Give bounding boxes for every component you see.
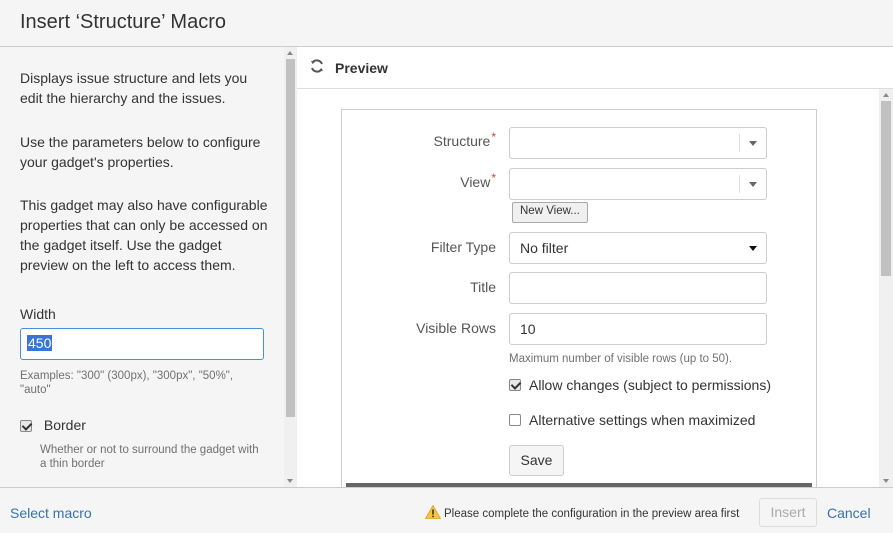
dialog-footer: Select macro Please complete the configu…: [0, 487, 893, 533]
scroll-up-icon[interactable]: [882, 93, 889, 97]
structure-label: Structure*: [433, 130, 496, 149]
visible-rows-label: Visible Rows: [416, 320, 496, 336]
visible-rows-hint: Maximum number of visible rows (up to 50…: [509, 353, 733, 365]
width-label: Width: [20, 306, 56, 322]
gadget-note: This gadget may also have configurable p…: [20, 197, 268, 273]
preview-scrollbar-thumb[interactable]: [881, 101, 891, 276]
preview-scrollbar[interactable]: [879, 89, 893, 487]
structure-select[interactable]: [509, 127, 767, 159]
refresh-icon[interactable]: [309, 58, 325, 77]
filter-type-value: No filter: [520, 240, 569, 256]
dialog-header: Insert ‘Structure’ Macro: [0, 0, 893, 47]
chevron-down-icon: [749, 246, 757, 251]
border-checkbox[interactable]: [20, 420, 32, 433]
preview-area: Structure* View* New View... Filter Type…: [297, 89, 879, 487]
select-macro-link[interactable]: Select macro: [10, 505, 92, 521]
scroll-down-icon[interactable]: [882, 479, 889, 483]
allow-changes-label: Allow changes (subject to permissions): [529, 377, 771, 393]
border-label: Border: [43, 417, 86, 433]
warning-icon: [424, 504, 442, 519]
dialog-title: Insert ‘Structure’ Macro: [20, 11, 226, 33]
alt-settings-checkbox[interactable]: [509, 414, 521, 427]
macro-description: Displays issue structure and lets you ed…: [20, 70, 248, 106]
preview-title: Preview: [335, 60, 388, 76]
left-scrollbar-thumb[interactable]: [286, 59, 295, 417]
width-help: Examples: "300" (300px), "300px", "50%",…: [20, 370, 234, 396]
alt-settings-label: Alternative settings when maximized: [529, 412, 756, 428]
preview-header: Preview: [297, 47, 893, 89]
parameters-intro: Use the parameters below to configure yo…: [20, 134, 261, 170]
width-input[interactable]: 450: [20, 328, 264, 360]
width-value: 450: [27, 335, 53, 351]
config-warning-text: Please complete the configuration in the…: [444, 508, 740, 521]
left-scrollbar[interactable]: [284, 47, 297, 487]
filter-type-select[interactable]: No filter: [509, 232, 767, 264]
allow-changes-row[interactable]: Allow changes (subject to permissions): [509, 377, 771, 393]
gadget-config-form: Structure* View* New View... Filter Type…: [341, 109, 817, 487]
allow-changes-checkbox[interactable]: [509, 379, 521, 392]
filter-type-label: Filter Type: [430, 239, 496, 255]
cancel-button[interactable]: Cancel: [827, 505, 871, 521]
config-warning: Please complete the configuration in the…: [424, 504, 740, 521]
alt-settings-row[interactable]: Alternative settings when maximized: [509, 412, 755, 428]
macro-parameters-panel: Displays issue structure and lets you ed…: [0, 47, 284, 487]
visible-rows-input[interactable]: 10: [509, 313, 767, 345]
border-help: Whether or not to surround the gadget wi…: [40, 444, 259, 470]
scroll-up-icon[interactable]: [287, 51, 293, 55]
new-view-button[interactable]: New View...: [512, 202, 588, 223]
chevron-down-icon: [749, 182, 757, 187]
border-checkbox-row[interactable]: Border: [20, 417, 86, 433]
title-input[interactable]: [509, 272, 767, 304]
save-button[interactable]: Save: [509, 445, 564, 476]
view-select[interactable]: [509, 168, 767, 200]
insert-button[interactable]: Insert: [759, 498, 817, 527]
chevron-down-icon: [749, 141, 757, 146]
scroll-down-icon[interactable]: [287, 479, 293, 483]
title-label: Title: [470, 279, 496, 295]
view-label: View*: [460, 171, 496, 190]
